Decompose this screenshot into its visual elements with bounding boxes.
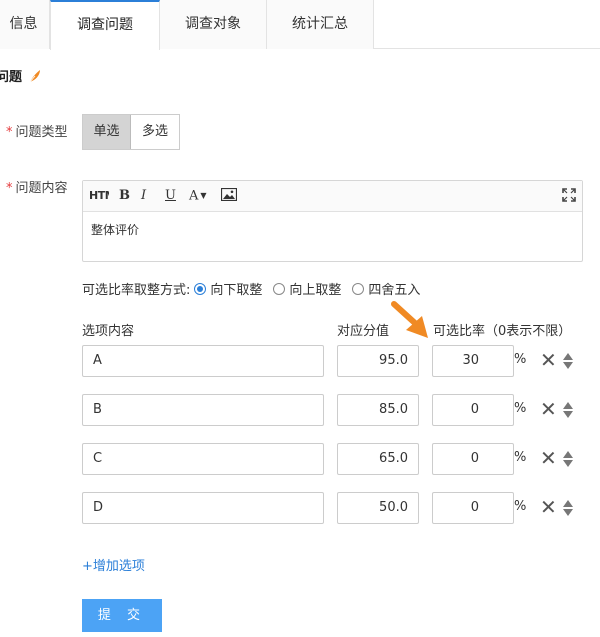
add-option-link[interactable]: +增加选项: [82, 555, 145, 574]
close-icon[interactable]: ✕: [540, 496, 557, 518]
column-header-score: 对应分值: [337, 324, 390, 339]
rounding-method: 可选比率取整方式: 向下取整 向上取整 四舍五入: [82, 279, 431, 298]
radio-label: 向上取整: [289, 283, 342, 298]
rounding-label: 可选比率取整方式:: [82, 283, 191, 298]
required-mark: *: [6, 125, 13, 140]
tab-statistics[interactable]: 统计汇总: [267, 0, 374, 49]
close-icon[interactable]: ✕: [540, 398, 557, 420]
tab-info[interactable]: 信息: [0, 0, 50, 49]
column-header-rate: 可选比率（0表示不限）: [433, 324, 572, 339]
question-type-label-text: 问题类型: [15, 125, 68, 140]
image-icon[interactable]: [221, 188, 237, 201]
close-icon[interactable]: ✕: [540, 349, 557, 371]
tab-bar: 信息 调查问题 调查对象 统计汇总: [0, 0, 600, 50]
sort-icon[interactable]: [562, 499, 574, 517]
option-score-input[interactable]: 65.0: [337, 443, 419, 475]
question-type-label: * 问题类型: [6, 121, 68, 140]
percent-unit: %: [514, 499, 527, 514]
font-color-label: A: [189, 188, 199, 204]
option-score-input[interactable]: 95.0: [337, 345, 419, 377]
annotation-arrow-icon: [391, 301, 428, 338]
radio-label: 向下取整: [210, 283, 263, 298]
percent-unit: %: [514, 450, 527, 465]
submit-button[interactable]: 提 交: [82, 599, 162, 632]
type-multi-choice-button[interactable]: 多选: [131, 115, 179, 149]
question-type-toggle: 单选 多选: [82, 114, 180, 150]
section-title: 问题: [0, 66, 42, 85]
option-content-input[interactable]: D: [82, 492, 324, 524]
sort-icon[interactable]: [562, 352, 574, 370]
option-row: A 95.0 30 % ✕: [0, 345, 600, 377]
radio-label: 四舍五入: [368, 283, 421, 298]
option-rate-input[interactable]: 30: [432, 345, 514, 377]
percent-unit: %: [514, 401, 527, 416]
option-row: B 85.0 0 % ✕: [0, 394, 600, 426]
column-header-option: 选项内容: [82, 324, 135, 339]
radio-indicator: [194, 282, 207, 295]
question-content-label: * 问题内容: [6, 177, 68, 196]
underline-button[interactable]: U: [165, 187, 176, 205]
section-title-text: 问题: [0, 70, 23, 85]
font-color-button[interactable]: A ▼: [189, 187, 207, 205]
fullscreen-icon[interactable]: [562, 188, 576, 202]
question-content-label-text: 问题内容: [15, 181, 68, 196]
option-score-input[interactable]: 50.0: [337, 492, 419, 524]
close-icon[interactable]: ✕: [540, 447, 557, 469]
tab-survey-targets[interactable]: 调查对象: [160, 0, 267, 49]
radio-round-up[interactable]: 向上取整: [273, 279, 341, 298]
option-rate-input[interactable]: 0: [432, 443, 514, 475]
sort-icon[interactable]: [562, 401, 574, 419]
editor-content[interactable]: 整体评价: [83, 212, 582, 247]
radio-round-half[interactable]: 四舍五入: [352, 279, 420, 298]
option-rate-input[interactable]: 0: [432, 492, 514, 524]
option-content-input[interactable]: A: [82, 345, 324, 377]
radio-indicator: [352, 282, 365, 295]
bold-button[interactable]: B: [119, 187, 130, 205]
html-button[interactable]: HTML: [89, 187, 109, 205]
option-score-input[interactable]: 85.0: [337, 394, 419, 426]
sort-icon[interactable]: [562, 450, 574, 468]
option-rate-input[interactable]: 0: [432, 394, 514, 426]
tab-survey-questions[interactable]: 调查问题: [50, 0, 160, 50]
option-row: D 50.0 0 % ✕: [0, 492, 600, 524]
required-mark: *: [6, 181, 13, 196]
option-content-input[interactable]: C: [82, 443, 324, 475]
option-row: C 65.0 0 % ✕: [0, 443, 600, 475]
type-single-choice-button[interactable]: 单选: [83, 115, 131, 149]
radio-indicator: [273, 282, 286, 295]
dropdown-caret-icon: ▼: [200, 191, 207, 200]
italic-button[interactable]: I: [141, 187, 146, 205]
option-content-input[interactable]: B: [82, 394, 324, 426]
rich-text-editor: HTML B I U A▼ 整体评价: [82, 180, 583, 262]
percent-unit: %: [514, 352, 527, 367]
editor-toolbar: HTML B I U A▼: [83, 181, 582, 212]
radio-round-down[interactable]: 向下取整: [194, 279, 262, 298]
feather-icon: [29, 69, 41, 82]
